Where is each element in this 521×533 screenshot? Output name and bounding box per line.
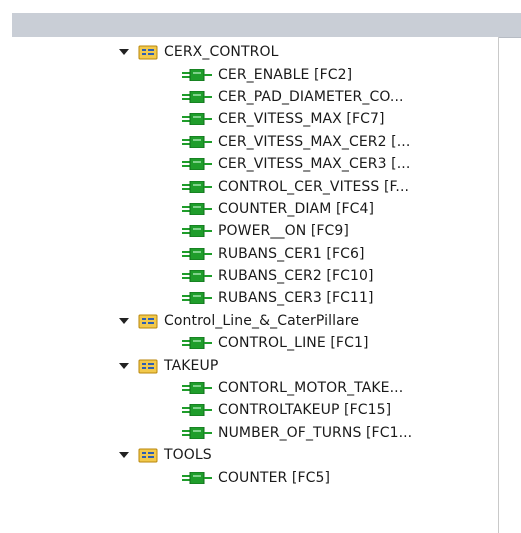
tree-item-label: POWER__ON [FC9] — [218, 223, 349, 240]
function-block-icon — [182, 180, 212, 194]
tree-item-label: CONTROL_CER_VITESS [F... — [218, 178, 410, 195]
function-block-icon — [182, 471, 212, 485]
tree-item-label: COUNTER_DIAM [FC4] — [218, 200, 375, 217]
tree-item-block[interactable]: CER_VITESS_MAX_CER3 [... — [12, 153, 496, 175]
folder-group-icon — [138, 447, 158, 463]
tree-item-label: CER_ENABLE [FC2] — [218, 66, 353, 83]
tree-group-cerx-control[interactable]: CERX_CONTROL — [12, 41, 496, 63]
tree-item-block[interactable]: CER_ENABLE [FC2] — [12, 63, 496, 85]
function-block-icon — [182, 112, 212, 126]
tree-item-block[interactable]: CONTROLTAKEUP [FC15] — [12, 399, 496, 421]
function-block-icon — [182, 269, 212, 283]
column-divider[interactable] — [498, 37, 499, 533]
tree-item-label: COUNTER [FC5] — [218, 469, 331, 486]
function-block-icon — [182, 135, 212, 149]
tree-item-block[interactable]: CER_PAD_DIAMETER_CO... — [12, 86, 496, 108]
tree-item-label: RUBANS_CER2 [FC10] — [218, 268, 374, 285]
tree-item-block[interactable]: RUBANS_CER2 [FC10] — [12, 265, 496, 287]
folder-group-icon — [138, 44, 158, 60]
tree-item-block[interactable]: CER_VITESS_MAX [FC7] — [12, 108, 496, 130]
function-block-icon — [182, 224, 212, 238]
function-block-icon — [182, 336, 212, 350]
function-block-icon — [182, 157, 212, 171]
folder-group-icon — [138, 358, 158, 374]
folder-group-icon — [138, 313, 158, 329]
tree-group-label: TAKEUP — [164, 357, 219, 374]
project-tree: CERX_CONTROL CER_ENABLE [FC2] CER_PAD_DIAM… — [12, 41, 496, 489]
tree-group-label: Control_Line_&_CaterPillare — [164, 312, 360, 329]
function-block-icon — [182, 68, 212, 82]
tree-group-label: TOOLS — [164, 447, 212, 464]
tree-item-block[interactable]: RUBANS_CER3 [FC11] — [12, 287, 496, 309]
function-block-icon — [182, 403, 212, 417]
tree-item-label: NUMBER_OF_TURNS [FC1... — [218, 424, 413, 441]
tree-group-label: CERX_CONTROL — [164, 44, 279, 61]
function-block-icon — [182, 247, 212, 261]
expand-triangle-icon[interactable] — [119, 47, 129, 57]
tree-item-label: CONTROLTAKEUP [FC15] — [218, 402, 392, 419]
expand-triangle-icon[interactable] — [119, 316, 129, 326]
tree-item-label: RUBANS_CER3 [FC11] — [218, 290, 374, 307]
tree-group-takeup[interactable]: TAKEUP — [12, 354, 496, 376]
tree-item-label: CONTORL_MOTOR_TAKE... — [218, 380, 404, 397]
tree-item-label: CER_PAD_DIAMETER_CO... — [218, 88, 404, 105]
tree-item-block[interactable]: CONTROL_CER_VITESS [F... — [12, 175, 496, 197]
top-strip — [0, 0, 521, 13]
expand-triangle-icon[interactable] — [119, 450, 129, 460]
tree-item-block[interactable]: CONTORL_MOTOR_TAKE... — [12, 377, 496, 399]
function-block-icon — [182, 202, 212, 216]
tree-item-block[interactable]: RUBANS_CER1 [FC6] — [12, 243, 496, 265]
tree-header-bar — [12, 13, 521, 38]
tree-item-block[interactable]: COUNTER_DIAM [FC4] — [12, 198, 496, 220]
function-block-icon — [182, 426, 212, 440]
expand-triangle-icon[interactable] — [119, 361, 129, 371]
tree-item-label: CONTROL_LINE [FC1] — [218, 335, 369, 352]
tree-item-label: CER_VITESS_MAX [FC7] — [218, 111, 385, 128]
function-block-icon — [182, 291, 212, 305]
function-block-icon — [182, 381, 212, 395]
tree-item-block[interactable]: POWER__ON [FC9] — [12, 220, 496, 242]
tree-item-block[interactable]: CER_VITESS_MAX_CER2 [... — [12, 131, 496, 153]
tree-group-control-line-caterpillare[interactable]: Control_Line_&_CaterPillare — [12, 310, 496, 332]
tree-group-tools[interactable]: TOOLS — [12, 444, 496, 466]
tree-item-block[interactable]: COUNTER [FC5] — [12, 466, 496, 488]
tree-item-label: CER_VITESS_MAX_CER3 [... — [218, 156, 411, 173]
tree-item-label: RUBANS_CER1 [FC6] — [218, 245, 365, 262]
tree-item-block[interactable]: CONTROL_LINE [FC1] — [12, 332, 496, 354]
tree-item-block[interactable]: NUMBER_OF_TURNS [FC1... — [12, 422, 496, 444]
tree-item-label: CER_VITESS_MAX_CER2 [... — [218, 133, 411, 150]
function-block-icon — [182, 90, 212, 104]
